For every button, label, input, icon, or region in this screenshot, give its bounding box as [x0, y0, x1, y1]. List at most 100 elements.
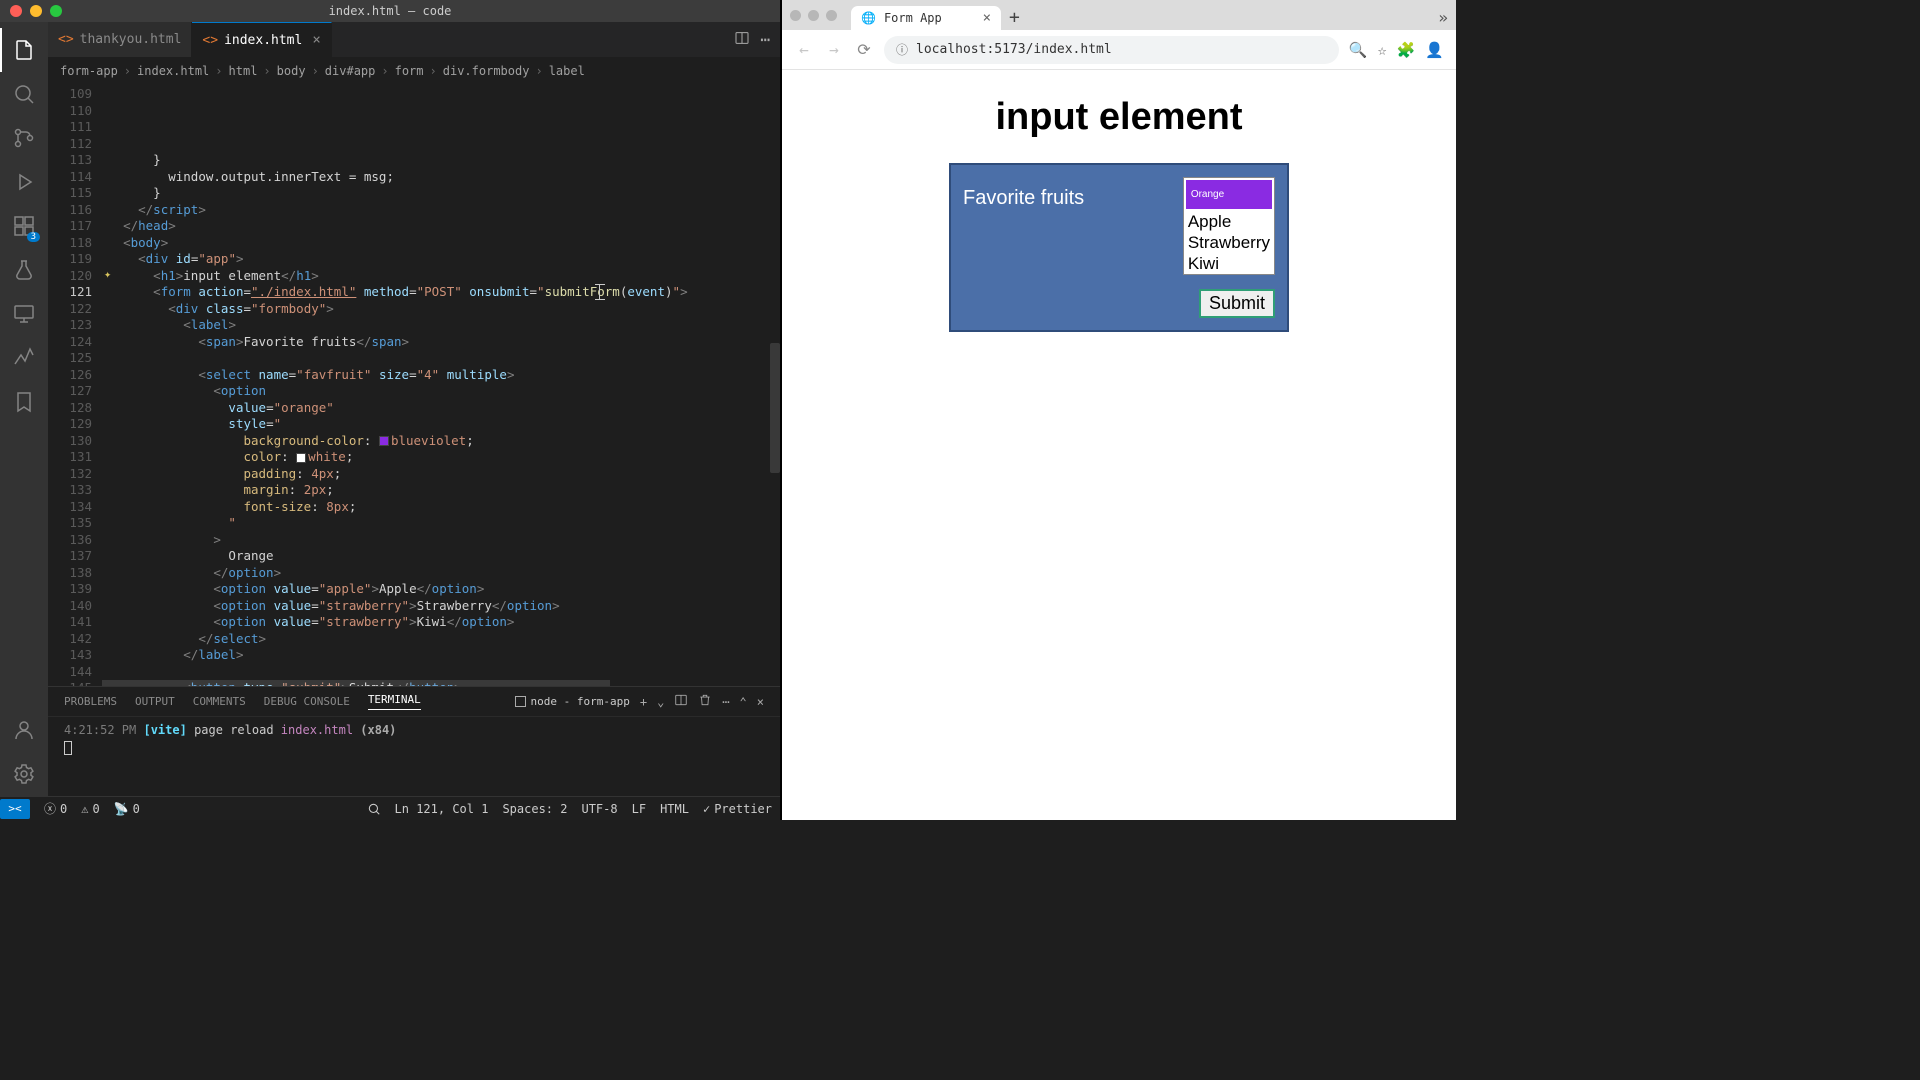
bookmark-star-icon[interactable]: ☆	[1378, 41, 1387, 59]
form-label: Favorite fruits	[963, 177, 1084, 210]
status-encoding[interactable]: UTF-8	[581, 802, 617, 816]
code-content[interactable]: } window.output.innerText = msg; } </scr…	[102, 84, 780, 686]
terminal-cursor	[64, 741, 72, 755]
panel-tab-problems[interactable]: PROBLEMS	[64, 695, 117, 708]
breadcrumb-item[interactable]: form	[395, 64, 424, 78]
breadcrumb-item[interactable]: form-app	[60, 64, 118, 78]
breadcrumb[interactable]: form-app› index.html› html› body› div#ap…	[48, 58, 780, 84]
maximize-panel-icon[interactable]: ⌃	[740, 695, 747, 709]
terminal-type-icon	[515, 696, 526, 707]
close-tab-icon[interactable]: ×	[983, 10, 991, 26]
forward-button[interactable]: →	[824, 40, 844, 59]
tab-label: index.html	[224, 33, 302, 48]
editor-tabbar: <> thankyou.html <> index.html × ⋯	[48, 22, 780, 58]
explorer-icon[interactable]	[0, 28, 48, 72]
panel-tabbar: PROBLEMS OUTPUT COMMENTS DEBUG CONSOLE T…	[48, 687, 780, 717]
log-msg: page reload	[194, 723, 273, 737]
split-terminal-icon[interactable]	[674, 693, 688, 710]
tabs-overflow-icon[interactable]: »	[1438, 8, 1448, 27]
panel-tab-terminal[interactable]: TERMINAL	[368, 693, 421, 710]
status-ports[interactable]: 📡 0	[114, 802, 140, 816]
gear-icon[interactable]	[0, 752, 48, 796]
status-errors[interactable]: ⓧ 0	[44, 800, 67, 817]
select-option[interactable]: Apple	[1184, 211, 1274, 232]
code-editor[interactable]: 1091101111121131141151161171181191201211…	[48, 84, 780, 686]
site-info-icon[interactable]: ⓘ	[896, 41, 908, 58]
browser-viewport: input element Favorite fruits OrangeAppl…	[782, 70, 1456, 820]
new-terminal-icon[interactable]: +	[640, 695, 647, 709]
breadcrumb-item[interactable]: div#app	[325, 64, 376, 78]
profile-avatar-icon[interactable]: 👤	[1425, 41, 1444, 59]
status-spaces[interactable]: Spaces: 2	[502, 802, 567, 816]
breadcrumb-item[interactable]: div.formbody	[443, 64, 530, 78]
breadcrumb-item[interactable]: index.html	[137, 64, 209, 78]
editor-tab-thankyou[interactable]: <> thankyou.html	[48, 22, 192, 57]
text-cursor-icon	[595, 284, 605, 300]
integrated-panel: PROBLEMS OUTPUT COMMENTS DEBUG CONSOLE T…	[48, 686, 780, 796]
run-debug-icon[interactable]	[0, 160, 48, 204]
maximize-window-button[interactable]	[826, 10, 837, 21]
scrollbar-horizontal[interactable]	[102, 680, 610, 686]
url-text: localhost:5173/index.html	[916, 42, 1112, 57]
log-time: 4:21:52 PM	[64, 723, 136, 737]
select-favfruit[interactable]: OrangeAppleStrawberryKiwi	[1183, 177, 1275, 275]
browser-tab-title: Form App	[884, 11, 942, 25]
terminal-selector[interactable]: node - form-app	[515, 695, 629, 708]
panel-tab-comments[interactable]: COMMENTS	[193, 695, 246, 708]
scrollbar-vertical[interactable]	[770, 343, 780, 473]
breadcrumb-item[interactable]: label	[549, 64, 585, 78]
breadcrumb-item[interactable]: html	[229, 64, 258, 78]
new-tab-button[interactable]: +	[1009, 7, 1020, 28]
status-warnings[interactable]: ⚠ 0	[81, 802, 99, 816]
terminal-output[interactable]: 4:21:52 PM [vite] page reload index.html…	[48, 717, 780, 796]
extensions-icon[interactable]: 3	[0, 204, 48, 248]
status-prettier[interactable]: ✓ Prettier	[703, 802, 772, 816]
close-panel-icon[interactable]: ×	[757, 695, 764, 709]
editor-tab-index[interactable]: <> index.html ×	[192, 22, 331, 57]
reload-button[interactable]: ⟳	[854, 40, 874, 59]
chevron-down-icon[interactable]: ⌄	[657, 695, 664, 709]
more-icon[interactable]: ⋯	[722, 695, 729, 709]
globe-icon: 🌐	[861, 11, 876, 25]
trash-icon[interactable]	[698, 693, 712, 710]
source-control-icon[interactable]	[0, 116, 48, 160]
line-gutter: 1091101111121131141151161171181191201211…	[48, 84, 102, 686]
split-editor-icon[interactable]	[734, 30, 750, 50]
close-tab-icon[interactable]: ×	[312, 32, 320, 48]
zoom-icon[interactable]: 🔍	[1349, 41, 1368, 59]
browser-window: 🌐 Form App × + » ← → ⟳ ⓘ localhost:5173/…	[780, 0, 1456, 820]
vscode-titlebar: index.html — code	[0, 0, 780, 22]
bookmark-icon[interactable]	[0, 380, 48, 424]
panel-tab-output[interactable]: OUTPUT	[135, 695, 175, 708]
remote-explorer-icon[interactable]	[0, 292, 48, 336]
select-option[interactable]: Strawberry	[1184, 232, 1274, 253]
address-bar[interactable]: ⓘ localhost:5173/index.html	[884, 36, 1339, 64]
status-language[interactable]: HTML	[660, 802, 689, 816]
panel-tab-debug[interactable]: DEBUG CONSOLE	[264, 695, 350, 708]
select-option[interactable]: Kiwi	[1184, 253, 1274, 274]
search-icon[interactable]	[0, 72, 48, 116]
submit-button[interactable]: Submit	[1199, 289, 1275, 318]
status-line-col[interactable]: Ln 121, Col 1	[395, 802, 489, 816]
status-eol[interactable]: LF	[632, 802, 646, 816]
extensions-puzzle-icon[interactable]: 🧩	[1397, 41, 1416, 59]
form-card: Favorite fruits OrangeAppleStrawberryKiw…	[949, 163, 1289, 332]
extensions-badge: 3	[27, 232, 40, 242]
activity-bar: 3	[0, 22, 48, 796]
close-window-button[interactable]	[790, 10, 801, 21]
more-actions-icon[interactable]: ⋯	[760, 30, 770, 49]
browser-tab[interactable]: 🌐 Form App ×	[851, 6, 1001, 30]
status-search-icon[interactable]	[367, 802, 381, 816]
window-title: index.html — code	[0, 4, 780, 18]
remote-indicator[interactable]: ><	[0, 799, 30, 819]
vscode-window: index.html — code	[0, 0, 780, 820]
testing-icon[interactable]	[0, 248, 48, 292]
select-option[interactable]: Orange	[1186, 180, 1272, 209]
status-bar: >< ⓧ 0 ⚠ 0 📡 0 Ln 121, Col 1 Spaces: 2 U…	[0, 796, 780, 820]
timeline-icon[interactable]	[0, 336, 48, 380]
breadcrumb-item[interactable]: body	[277, 64, 306, 78]
account-icon[interactable]	[0, 708, 48, 752]
back-button[interactable]: ←	[794, 40, 814, 59]
minimize-window-button[interactable]	[808, 10, 819, 21]
log-file: index.html	[281, 723, 353, 737]
